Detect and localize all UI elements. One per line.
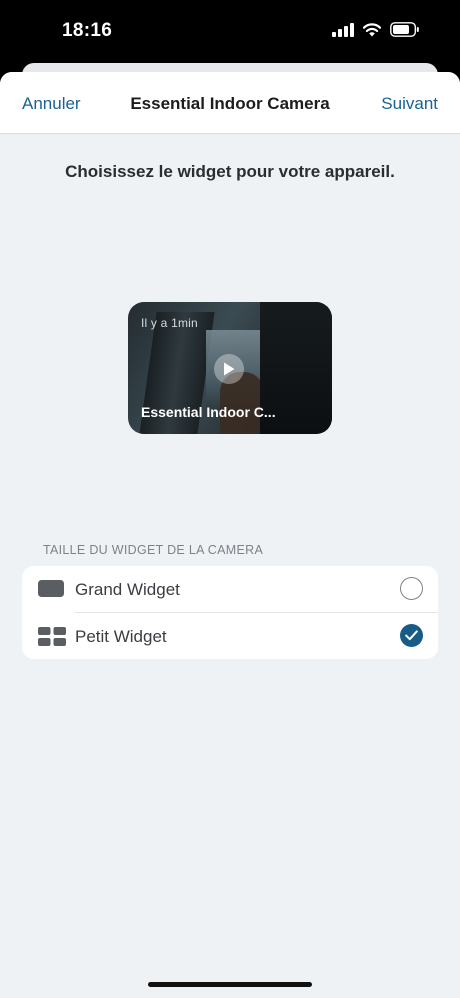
widget-preview: Il y a 1min Essential Indoor C... [128, 302, 332, 434]
home-indicator[interactable] [148, 982, 312, 987]
status-icons [332, 22, 420, 37]
navigation-bar: Annuler Essential Indoor Camera Suivant [0, 72, 460, 134]
widget-picker-sheet: Annuler Essential Indoor Camera Suivant … [0, 72, 460, 998]
option-label: Grand Widget [75, 580, 180, 599]
preview-device-name: Essential Indoor C... [141, 404, 276, 420]
option-large-widget[interactable]: Grand Widget [22, 566, 438, 613]
checkmark-icon[interactable] [400, 624, 423, 647]
instruction-heading: Choisissez le widget pour votre appareil… [65, 162, 395, 181]
next-button[interactable]: Suivant [381, 94, 438, 114]
option-small-widget[interactable]: Petit Widget [22, 613, 438, 659]
widget-size-options: Grand Widget Petit Widget [22, 566, 438, 659]
status-bar: 18:16 [0, 0, 460, 64]
large-widget-icon [38, 580, 64, 602]
small-widget-icon [38, 627, 66, 651]
section-header: TAILLE DU WIDGET DE LA CAMERA [43, 543, 264, 557]
status-time: 18:16 [62, 20, 113, 41]
preview-timestamp: Il y a 1min [141, 316, 198, 330]
option-label: Petit Widget [75, 627, 167, 646]
radio-unselected-icon[interactable] [400, 577, 423, 600]
cellular-signal-icon [332, 22, 354, 37]
play-icon [214, 354, 244, 384]
wifi-icon [362, 22, 382, 37]
battery-icon [390, 22, 420, 37]
